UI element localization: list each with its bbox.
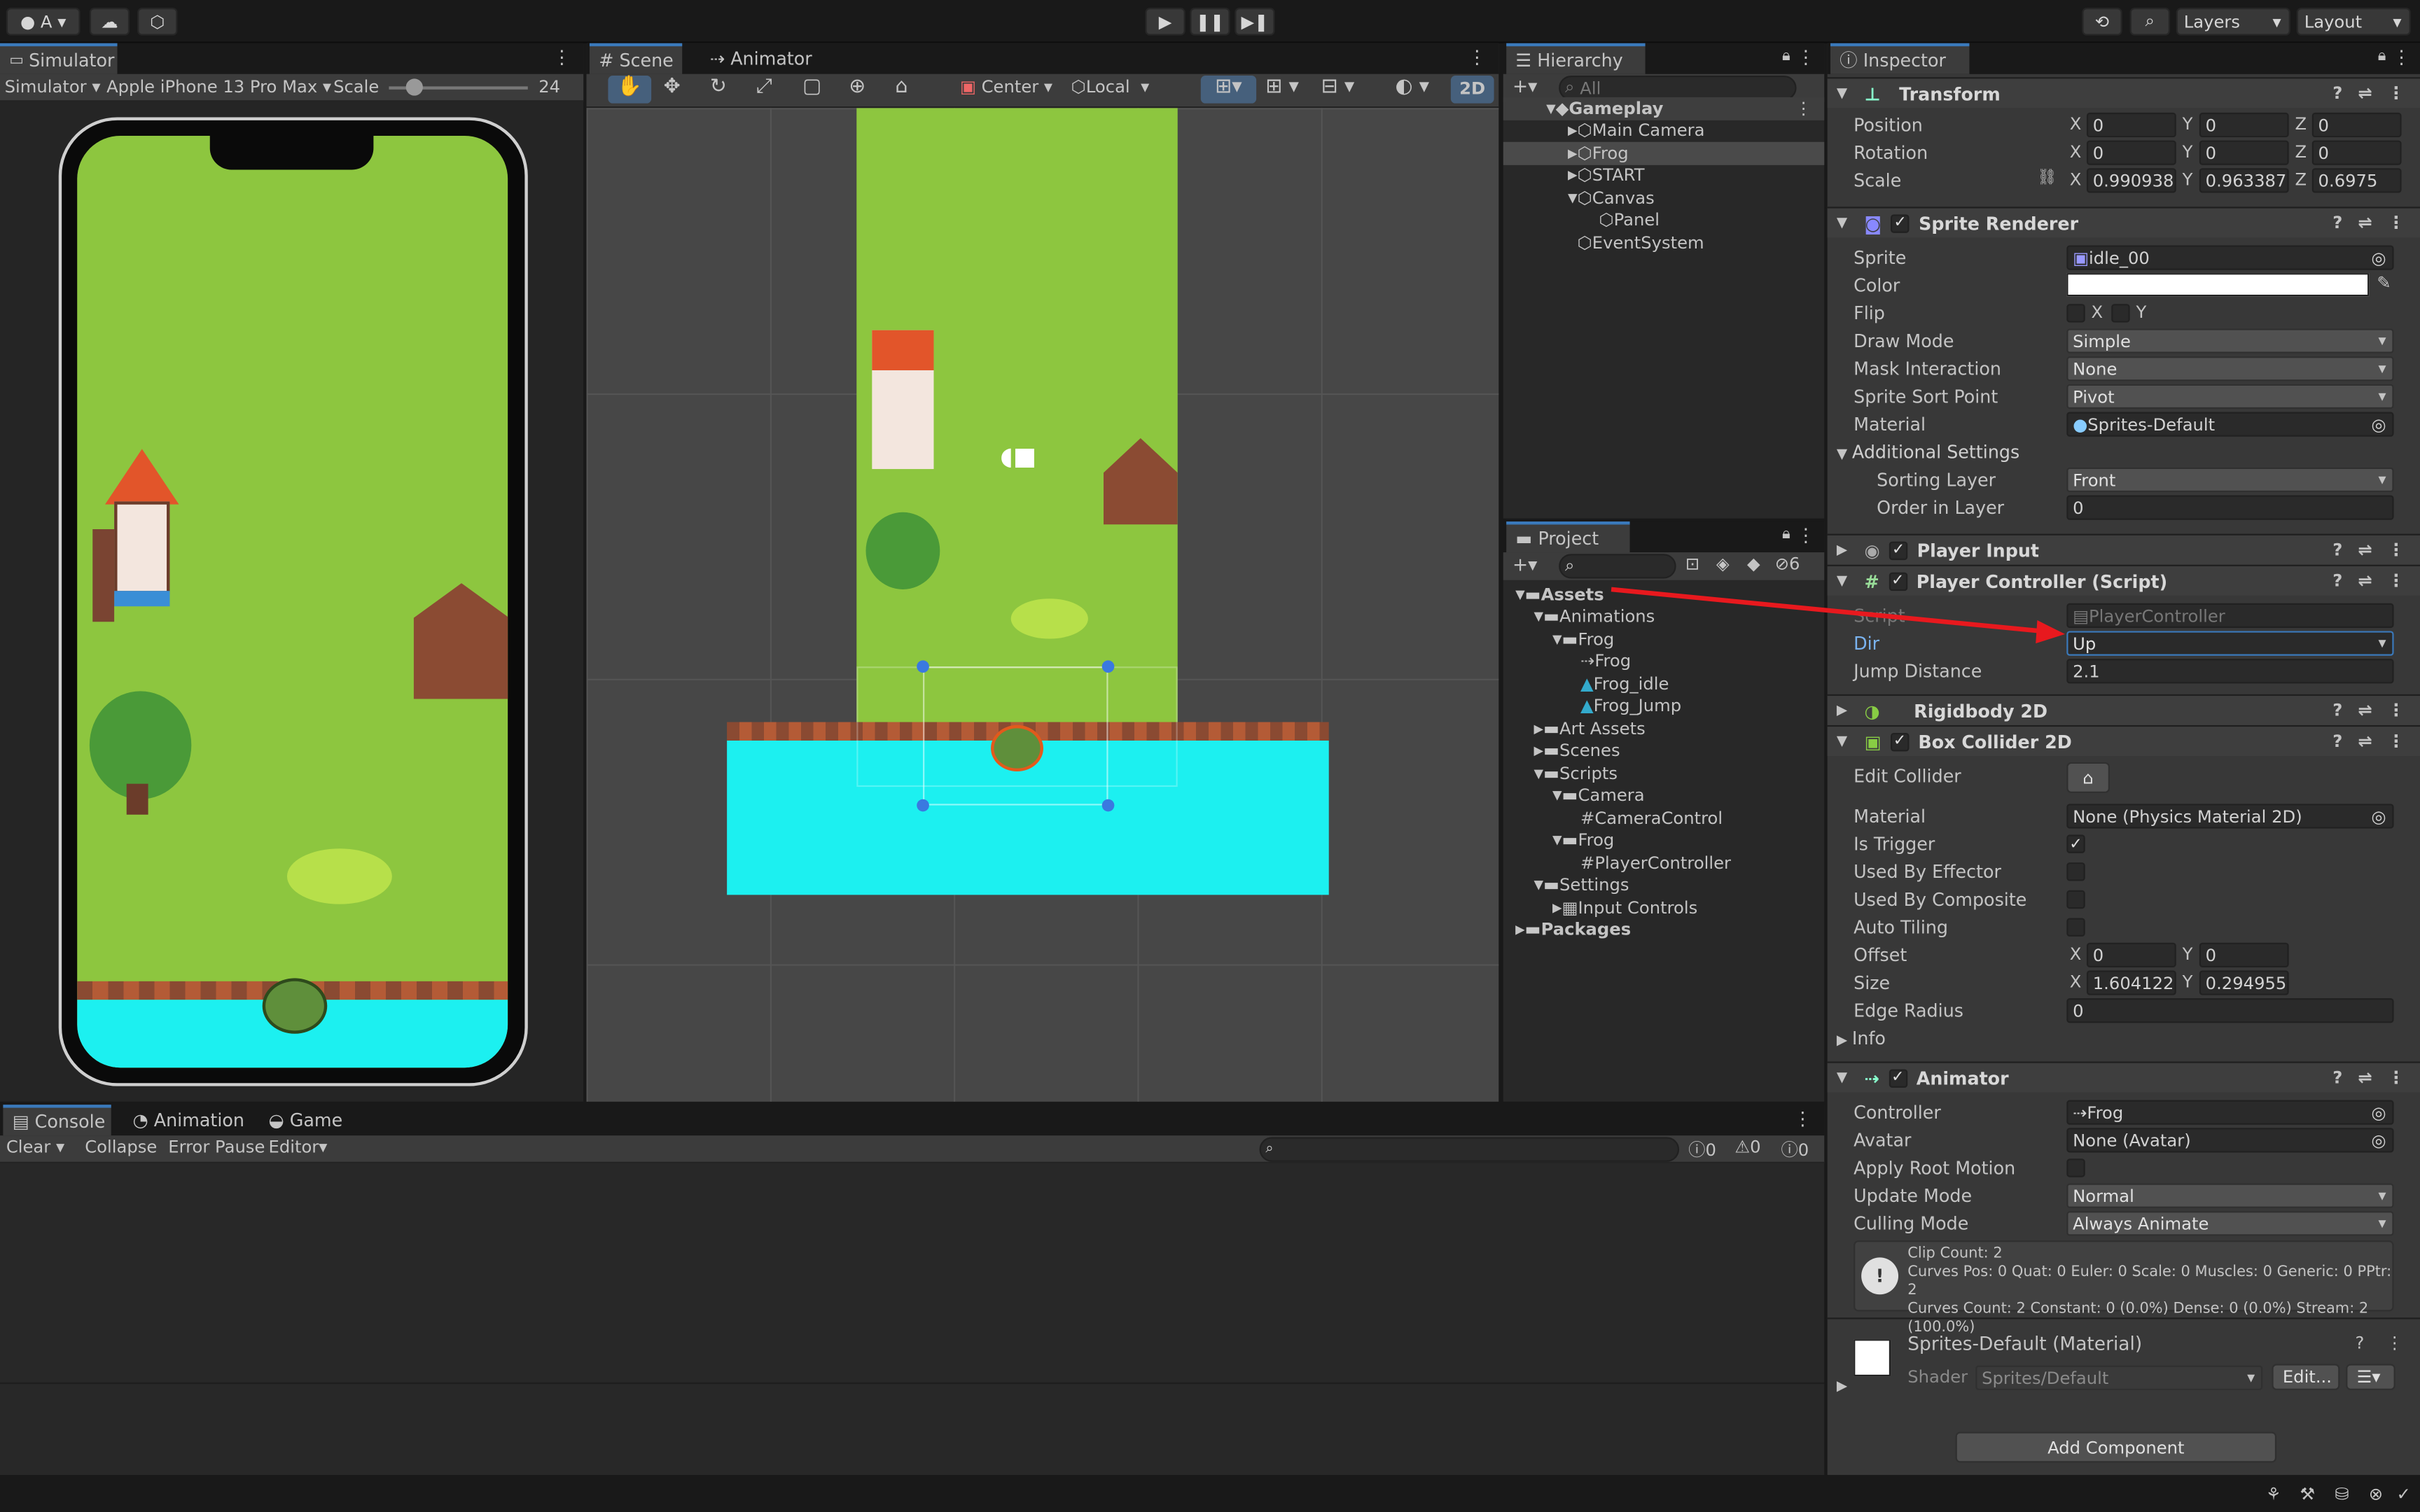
status-icon[interactable]: ⚘: [2266, 1484, 2281, 1504]
arrow-line: [1611, 587, 2041, 634]
network-icon[interactable]: ⊗: [2369, 1484, 2383, 1504]
database-icon[interactable]: ⛁: [2335, 1484, 2349, 1504]
arrow-head: [2036, 620, 2066, 644]
bug-icon[interactable]: ⚒: [2300, 1484, 2315, 1504]
status-bar: ⚘ ⚒ ⛁ ⊗ ✓: [0, 1478, 2420, 1512]
check-icon[interactable]: ✓: [2396, 1484, 2410, 1504]
red-arrow-annotation: [1611, 587, 2066, 644]
